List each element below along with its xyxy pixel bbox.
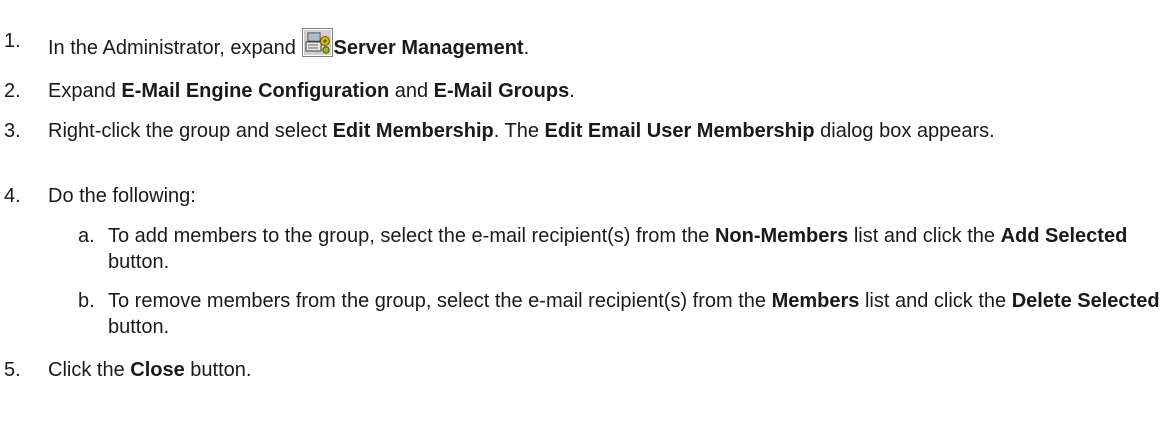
substep-text: To remove members from the group, select… bbox=[108, 290, 1160, 338]
step-2: 2. Expand E-Mail Engine Configuration an… bbox=[0, 78, 1158, 104]
step-number: 2. bbox=[4, 80, 21, 102]
instructions-document: 1. In the Administrator, expand Server M… bbox=[0, 0, 1168, 434]
step-3: 3. Right-click the group and select Edit… bbox=[0, 118, 1158, 144]
step-text: In the Administrator, expand Server Mana… bbox=[48, 28, 1158, 61]
step-1: 1. In the Administrator, expand Server M… bbox=[0, 28, 1158, 61]
substep-a: a. To add members to the group, select t… bbox=[48, 223, 1163, 275]
substep-letter: b. bbox=[78, 290, 95, 312]
step-5: 5. Click the Close button. bbox=[0, 357, 1158, 383]
step-text: Expand E-Mail Engine Configuration and E… bbox=[48, 80, 575, 102]
substep-letter: a. bbox=[78, 225, 95, 247]
step-number: 3. bbox=[4, 120, 21, 142]
step-4: 4. Do the following: bbox=[0, 183, 1158, 209]
step-text: Right-click the group and select Edit Me… bbox=[48, 120, 995, 142]
step-number: 1. bbox=[4, 30, 21, 52]
substep-text: To add members to the group, select the … bbox=[108, 225, 1128, 273]
step-number: 5. bbox=[4, 359, 21, 381]
step-text: Do the following: bbox=[48, 185, 196, 207]
step-text: Click the Close button. bbox=[48, 359, 252, 381]
substep-b: b. To remove members from the group, sel… bbox=[48, 288, 1163, 340]
server-management-icon bbox=[301, 28, 333, 57]
step-number: 4. bbox=[4, 185, 21, 207]
